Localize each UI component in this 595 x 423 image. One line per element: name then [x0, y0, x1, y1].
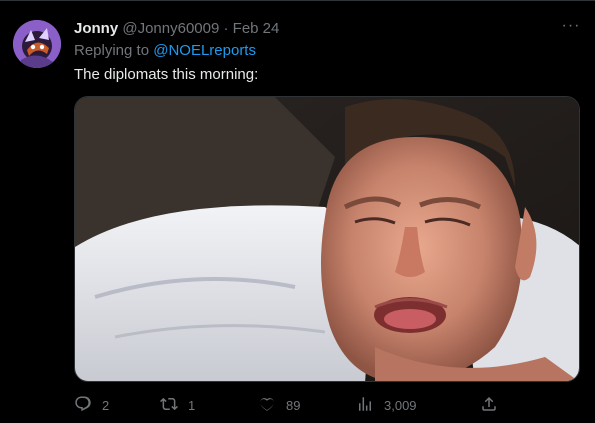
author-handle[interactable]: @Jonny60009 [122, 20, 219, 37]
share-upload-icon [480, 395, 498, 416]
tweet-date[interactable]: Feb 24 [233, 20, 280, 37]
retweet-count: 1 [188, 397, 196, 413]
views-button[interactable]: 3,009 [356, 393, 417, 417]
author-name[interactable]: Jonny [74, 20, 118, 37]
tweet-media[interactable] [74, 96, 580, 382]
like-count: 89 [286, 397, 301, 413]
avatar[interactable] [13, 20, 61, 68]
retweet-arrows-icon [160, 395, 178, 416]
tweet-header: Jonny @Jonny60009 · Feb 24 [74, 19, 565, 39]
like-button[interactable]: 89 [258, 393, 300, 417]
heart-outline-icon [258, 395, 276, 416]
tweet-text: The diplomats this morning: [74, 66, 259, 83]
avatar-image [13, 20, 61, 68]
share-button[interactable] [480, 393, 498, 417]
replying-prefix: Replying to [74, 42, 154, 59]
reply-count: 2 [102, 397, 110, 413]
more-options-icon[interactable]: ··· [559, 18, 583, 39]
mention-link[interactable]: @NOELreports [153, 42, 256, 59]
tweet[interactable]: Jonny @Jonny60009 · Feb 24 ··· Replying … [0, 0, 595, 423]
speech-bubble-icon [74, 395, 92, 416]
reply-button[interactable]: 2 [74, 393, 109, 417]
retweet-button[interactable]: 1 [160, 393, 195, 417]
bar-chart-icon [356, 395, 374, 416]
media-image [75, 97, 579, 381]
replying-to: Replying to @NOELreports [74, 41, 256, 61]
tweet-actions: 2 1 89 3,009 [74, 393, 504, 417]
separator-dot: · [223, 20, 229, 37]
view-count: 3,009 [384, 397, 417, 413]
